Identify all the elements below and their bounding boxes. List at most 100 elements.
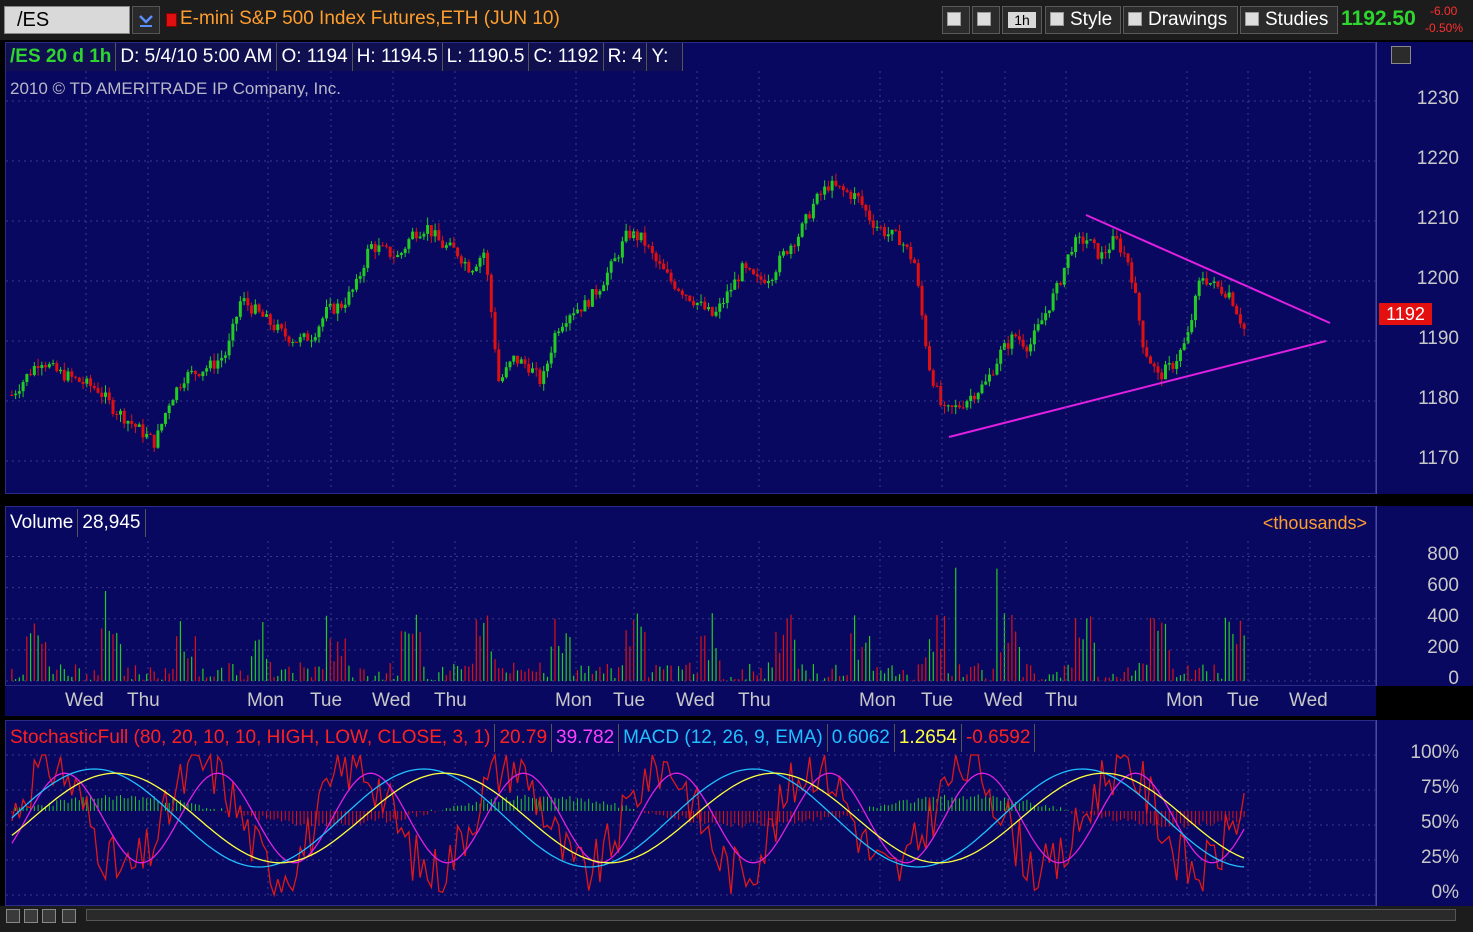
candle-body [841,186,845,191]
candle-body [1107,249,1111,254]
candle-body [774,272,778,281]
stoch-k-value: 20.79 [495,724,553,752]
study-panel[interactable]: StochasticFull (80, 20, 10, 10, HIGH, LO… [5,720,1377,906]
trendline-lower [948,340,1327,438]
candle-body [1137,292,1141,321]
volume-label: Volume [6,509,79,537]
candle-body [115,413,119,415]
symbol-period: /ES 20 d 1h [6,43,117,71]
candle-body [17,391,21,394]
candle-body [714,311,718,316]
candle-body [1193,295,1197,321]
candle-body [1134,282,1138,293]
candle-body [516,355,520,364]
zoom-icon[interactable] [24,909,38,923]
candle-body [928,346,932,371]
candle-body [748,268,752,270]
candle-body [628,230,632,239]
price-axis-label: 1180 [1418,388,1459,409]
candle-body [208,360,212,369]
candle-body [729,289,733,292]
candle-body [29,374,33,376]
candle-body [497,349,501,382]
candle-body [100,392,104,397]
candle-body [62,369,66,381]
candle-body [905,244,909,247]
candle-body [74,376,78,378]
candle-body [1051,293,1055,311]
draw-line-icon[interactable] [62,909,76,923]
candle-body [77,377,81,382]
candle-body [1175,361,1179,369]
candle-body [1081,236,1085,244]
zoom-out-button[interactable] [972,6,1000,34]
candle-body [216,360,220,369]
candle-body [381,245,385,247]
study-info-bar: StochasticFull (80, 20, 10, 10, HIGH, LO… [6,724,1036,752]
candle-body [21,382,25,392]
zoom-in-button[interactable] [942,6,970,34]
candle-body [703,301,707,310]
candle-body [508,361,512,368]
crosshair-icon[interactable] [42,909,56,923]
candle-body [909,246,913,260]
candle-body [257,304,261,312]
volume-panel[interactable]: Volume 28,945 <thousands> [5,506,1377,687]
candle-body [287,336,291,343]
symbol-dropdown-button[interactable] [132,6,160,34]
price-chart[interactable] [6,43,1377,495]
candle-body [669,272,673,282]
candle-body [1148,356,1152,364]
candle-body [931,370,935,386]
candle-body [426,225,430,234]
candle-body [1059,282,1063,285]
date-axis: Wed Thu Mon Tue Wed Thu Mon Tue Wed Thu Mon Tue Wed T… [5,686,1376,716]
candle-body [609,261,613,273]
macd-label: MACD (12, 26, 9, EMA) [619,724,828,752]
interval-button[interactable]: 1h [1002,6,1042,34]
style-button[interactable]: Style [1045,6,1121,34]
candle-body [324,306,328,319]
candle-body [1036,324,1040,331]
date-axis-label: Mon [555,690,592,711]
study-axis[interactable]: 100% 75% 50% 25% 0% [1376,720,1473,906]
chart-settings-icon[interactable] [1391,46,1411,64]
volume-chart[interactable] [6,507,1377,687]
candle-body [467,261,471,273]
candle-body [291,341,295,343]
candle-body [339,303,343,308]
candle-body [602,285,606,292]
candle-body [388,246,392,257]
price-axis-label: 1200 [1416,268,1459,289]
candle-body [265,314,269,317]
drawings-button[interactable]: Drawings [1123,6,1238,34]
candle-body [272,324,276,331]
candle-body [201,371,205,377]
candle-body [313,337,317,341]
candle-body [1047,310,1051,314]
candle-body [96,388,100,393]
symbol-input[interactable]: /ES [4,6,130,34]
volume-axis[interactable]: 800 600 400 200 0 [1376,506,1473,689]
price-axis[interactable]: 1230 1220 1210 1200 1190 1180 1170 [1376,42,1473,494]
candle-body [1238,314,1242,324]
studies-button[interactable]: Studies [1240,6,1338,34]
candle-body [545,363,549,372]
candle-body [40,365,44,369]
candle-body [796,236,800,247]
candle-body [830,180,834,191]
price-chart-panel[interactable]: /ES 20 d 1h D: 5/4/10 5:00 AM O: 1194 H: 11… [5,42,1377,495]
candle-body [804,214,808,224]
expand-icon[interactable] [6,909,20,923]
candle-body [1100,252,1104,259]
candle-body [826,186,830,191]
volume-info-bar: Volume 28,945 [6,509,146,537]
study-axis-label: 25% [1420,847,1459,868]
candle-body [148,433,152,435]
candle-body [886,234,890,237]
candle-body [755,274,759,277]
horizontal-scrollbar[interactable] [86,909,1456,921]
candle-body [710,307,714,316]
price-axis-label: 1170 [1418,448,1459,469]
candle-body [658,261,662,264]
